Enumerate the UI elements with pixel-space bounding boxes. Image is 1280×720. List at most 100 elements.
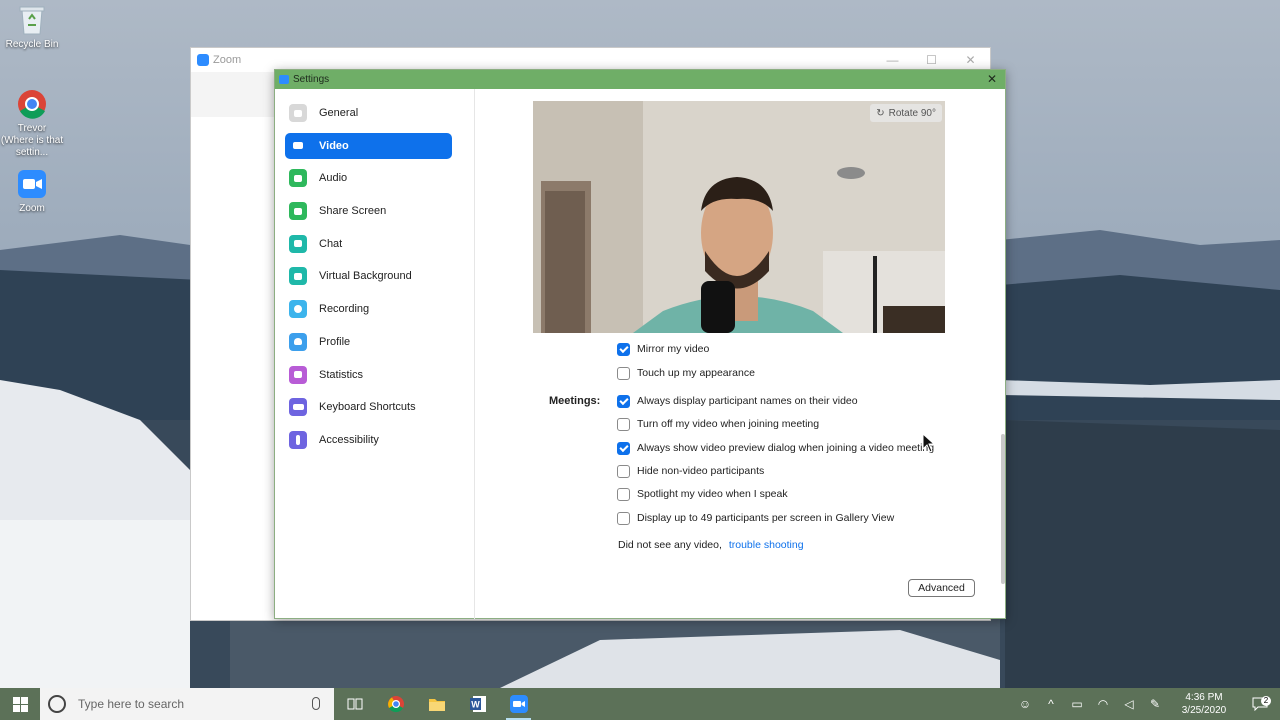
task-view-icon [347,698,362,710]
record-icon [289,300,307,319]
notification-count-badge: 2 [1261,696,1271,706]
taskbar-zoom[interactable] [498,688,539,720]
nav-item-share-screen[interactable]: Share Screen [285,198,452,224]
troubleshoot-text: Did not see any video, [618,539,722,551]
headphones-icon [289,169,307,188]
meetings-section-label: Meetings: [549,395,601,407]
clock-time: 4:36 PM [1185,692,1223,703]
gallery-49-option[interactable]: Display up to 49 participants per screen… [617,510,894,526]
display-names-option[interactable]: Always display participant names on thei… [617,393,858,409]
search-placeholder: Type here to search [78,697,185,711]
taskbar-word[interactable]: W [457,688,498,720]
nav-item-recording[interactable]: Recording [285,296,452,322]
person-icon [289,332,307,351]
taskbar-file-explorer[interactable] [416,688,457,720]
turn-off-video-checkbox[interactable] [617,417,630,431]
rotate-button[interactable]: ↻ Rotate 90° [870,104,942,122]
desktop-icon-recycle-bin[interactable]: Recycle Bin [0,4,64,51]
nav-item-chat[interactable]: Chat [285,231,452,257]
taskbar-search-box[interactable]: Type here to search [40,688,334,720]
file-explorer-icon [428,699,445,711]
option-label: Spotlight my video when I speak [637,488,788,500]
mirror-video-option[interactable]: Mirror my video [617,341,709,357]
volume-icon[interactable]: ◁ [1116,688,1142,720]
nav-item-keyboard-shortcuts[interactable]: Keyboard Shortcuts [285,394,452,420]
preview-dialog-option[interactable]: Always show video preview dialog when jo… [617,440,934,456]
desktop-icon-trevor-video[interactable]: Trevor (Where is that settin... [0,88,64,159]
windows-logo-icon [12,696,28,712]
zoom-window-title: Zoom [213,54,242,66]
settings-sidebar: General Video Audio Share Screen Chat Vi… [275,89,475,619]
video-settings-panel: ↻ Rotate 90° Mirror my video Touch up my… [476,89,1007,619]
taskbar-chrome[interactable] [375,688,416,720]
gallery-49-checkbox[interactable] [617,511,630,525]
task-view-button[interactable] [334,688,375,720]
rotate-label: Rotate 90° [888,107,936,119]
zoom-app-icon [16,168,48,200]
desktop-icon-label: Trevor (Where is that settin... [0,123,64,158]
pen-icon[interactable]: ✎ [1142,688,1168,720]
touch-up-checkbox[interactable] [617,366,630,380]
desktop-icon-zoom[interactable]: Zoom [0,168,64,215]
system-tray: ☺ ^ ▭ ◠ ◁ ✎ 4:36 PM 3/25/2020 2 [1012,688,1280,720]
hide-non-video-option[interactable]: Hide non-video participants [617,463,764,479]
chrome-icon [387,696,404,713]
action-center-button[interactable]: 2 [1240,696,1280,711]
spotlight-checkbox[interactable] [617,487,630,501]
nav-item-label: Profile [319,335,351,348]
nav-item-accessibility[interactable]: Accessibility [285,427,452,453]
option-label: Always display participant names on thei… [637,395,858,407]
nav-item-label: Accessibility [319,433,379,446]
option-label: Turn off my video when joining meeting [637,418,820,430]
share-screen-icon [289,202,307,221]
video-camera-icon [289,137,307,155]
windows-taskbar: Type here to search W ☺ ^ ▭ ◠ ◁ ✎ 4:36 P… [0,688,1280,720]
settings-close-button[interactable]: ✕ [987,72,997,86]
nav-item-video[interactable]: Video [285,132,452,159]
microphone-icon[interactable] [312,697,320,710]
option-label: Mirror my video [637,343,710,355]
mirror-video-checkbox[interactable] [617,342,630,356]
bar-chart-icon [289,365,307,384]
touch-up-option[interactable]: Touch up my appearance [617,365,755,381]
nav-item-label: Video [319,139,349,152]
nav-item-profile[interactable]: Profile [285,329,452,355]
troubleshoot-link[interactable]: trouble shooting [729,539,804,551]
display-names-checkbox[interactable] [617,394,630,408]
nav-item-label: General [319,107,359,119]
nav-item-virtual-background[interactable]: Virtual Background [285,263,452,289]
preview-dialog-checkbox[interactable] [617,441,630,455]
nav-item-label: Chat [319,237,343,250]
recycle-bin-icon [16,4,48,36]
people-icon[interactable]: ☺ [1012,688,1038,720]
nav-item-label: Statistics [319,368,364,381]
nav-item-audio[interactable]: Audio [285,165,452,191]
desktop-icon-label: Zoom [19,203,45,214]
settings-title: Settings [293,74,330,85]
nav-item-label: Share Screen [319,205,387,218]
nav-item-statistics[interactable]: Statistics [285,362,452,388]
settings-titlebar: Settings [275,70,1005,89]
taskbar-clock[interactable]: 4:36 PM 3/25/2020 [1168,691,1240,717]
option-label: Touch up my appearance [637,367,755,379]
option-label: Always show video preview dialog when jo… [637,442,935,454]
nav-item-label: Audio [319,172,348,185]
mouse-cursor-icon [922,433,936,453]
start-button[interactable] [0,688,40,720]
advanced-button[interactable]: Advanced [908,579,975,597]
chevron-up-icon[interactable]: ^ [1038,688,1064,720]
spotlight-option[interactable]: Spotlight my video when I speak [617,486,788,502]
nav-item-label: Virtual Background [319,270,412,283]
turn-off-video-option[interactable]: Turn off my video when joining meeting [617,416,819,432]
settings-scrollbar[interactable] [1001,434,1005,584]
nav-item-label: Keyboard Shortcuts [319,401,416,414]
person-background-icon [289,267,307,286]
zoom-logo-icon [279,75,289,84]
nav-item-general[interactable]: General [285,100,452,126]
battery-icon[interactable]: ▭ [1064,688,1090,720]
hide-non-video-checkbox[interactable] [617,464,630,478]
rotate-icon: ↻ [876,107,885,119]
camera-preview-image [533,101,945,333]
nav-item-label: Recording [319,303,370,316]
wifi-icon[interactable]: ◠ [1090,688,1116,720]
